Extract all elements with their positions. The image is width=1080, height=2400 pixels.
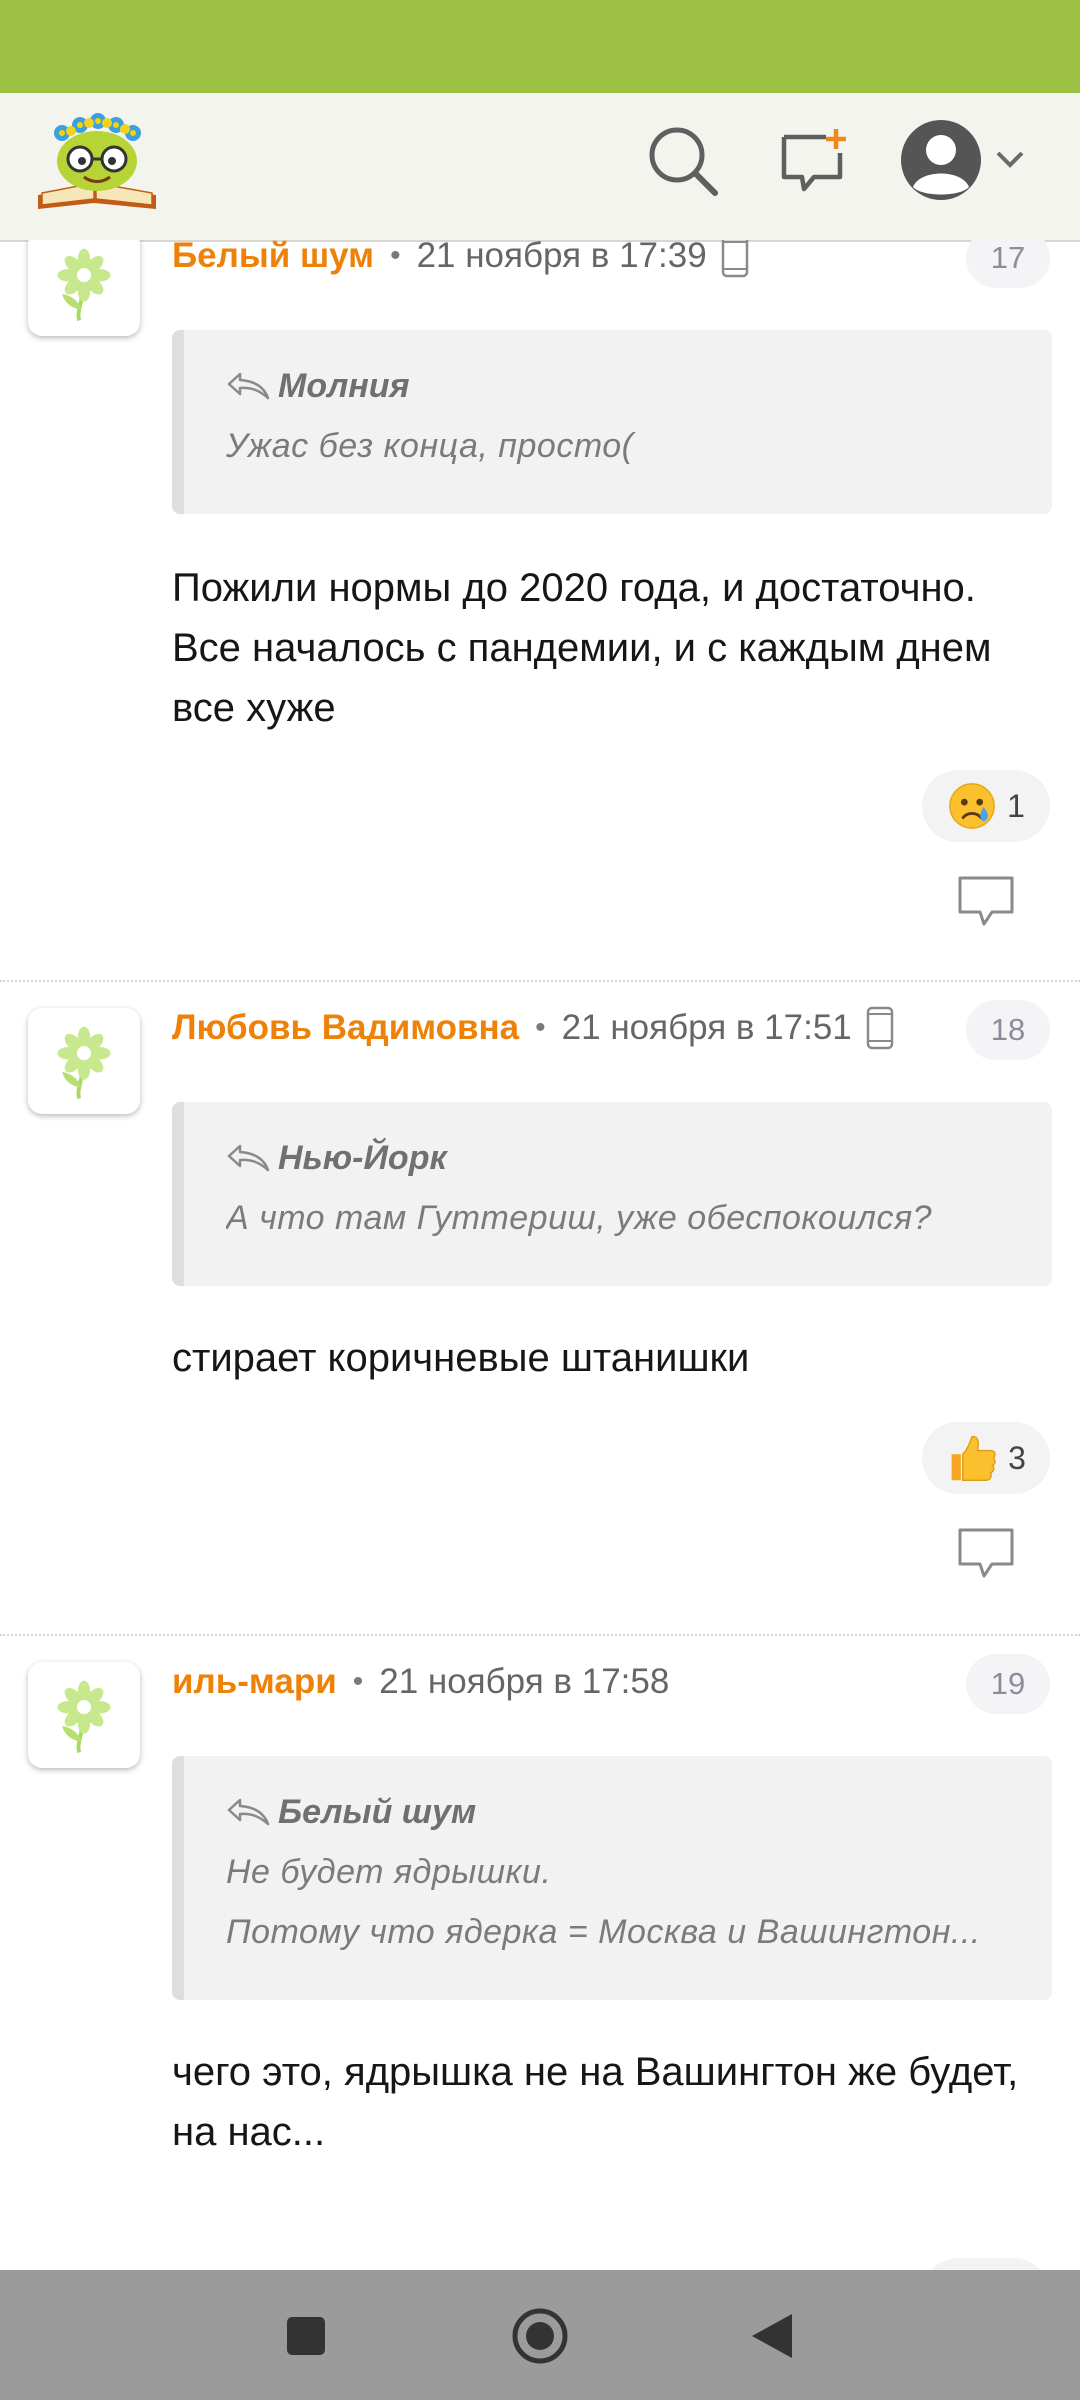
separator-dot: • bbox=[390, 240, 401, 272]
separator-dot: • bbox=[535, 1011, 546, 1044]
flower-avatar-icon bbox=[55, 1024, 113, 1101]
comment-header: Любовь Вадимовна • 21 ноября в 17:51 bbox=[172, 1000, 894, 1056]
quote-text: Не будет ядрышки. bbox=[226, 1853, 552, 1891]
quote-text: Потому что ядерка = Москва и Вашингтон..… bbox=[226, 1913, 981, 1951]
comment-author[interactable]: иль-мари bbox=[172, 1662, 337, 1702]
quote-header: Белый шум bbox=[226, 1790, 1016, 1834]
smiley-reading-book-logo[interactable] bbox=[34, 109, 160, 221]
divider bbox=[0, 1634, 1080, 1636]
comment-number[interactable]: 19 bbox=[966, 1654, 1050, 1714]
comment-number[interactable]: 17 bbox=[966, 240, 1050, 288]
separator-dot: • bbox=[352, 1665, 364, 1698]
triangle-back-icon[interactable] bbox=[750, 2312, 794, 2360]
flower-avatar-icon bbox=[55, 1678, 113, 1755]
comment-header: иль-мари • 21 ноября в 17:58 bbox=[172, 1654, 669, 1710]
reply-icon[interactable] bbox=[956, 1526, 1016, 1580]
phone-icon bbox=[721, 240, 748, 278]
user-avatar[interactable] bbox=[28, 1662, 140, 1768]
reaction-count: 1 bbox=[1007, 787, 1025, 824]
quote-author: Белый шум bbox=[278, 1792, 477, 1831]
divider bbox=[0, 980, 1080, 982]
comment-header: Белый шум • 21 ноября в 17:39 bbox=[172, 240, 749, 284]
comment-text: чего это, ядрышка не на Вашингтон же буд… bbox=[172, 2050, 1019, 2154]
new-message-icon[interactable] bbox=[778, 127, 854, 199]
quoted-comment[interactable]: Белый шум Не будет ядрышки. Потому что я… bbox=[172, 1756, 1052, 2000]
quote-text: А что там Гуттериш, уже обеспокоился? bbox=[226, 1199, 933, 1237]
reply-icon[interactable] bbox=[956, 874, 1016, 928]
reply-arrow-icon bbox=[227, 1798, 270, 1826]
comment-time: 21 ноября в 17:39 bbox=[416, 240, 707, 275]
phone-icon bbox=[866, 1006, 894, 1050]
circle-home-icon[interactable] bbox=[510, 2306, 570, 2366]
comments-feed: Белый шум • 21 ноября в 17:39 17 Молния … bbox=[0, 240, 1080, 2270]
quote-author: Нью-Йорк bbox=[278, 1138, 447, 1177]
comment-author[interactable]: Белый шум bbox=[172, 240, 374, 276]
reaction-badge[interactable]: 1 bbox=[922, 2258, 1050, 2270]
reaction-badge[interactable]: 3 bbox=[922, 1422, 1050, 1494]
flower-avatar-icon bbox=[55, 246, 113, 323]
quote-author: Молния bbox=[278, 366, 410, 405]
quoted-comment[interactable]: Нью-Йорк А что там Гуттериш, уже обеспок… bbox=[172, 1102, 1052, 1286]
comment-author[interactable]: Любовь Вадимовна bbox=[172, 1008, 519, 1048]
reaction-badge[interactable]: 1 bbox=[922, 770, 1050, 842]
quoted-comment[interactable]: Молния Ужас без конца, просто( bbox=[172, 330, 1052, 514]
app-header bbox=[0, 93, 1080, 242]
comment-time: 21 ноября в 17:58 bbox=[379, 1662, 670, 1701]
square-recents-icon[interactable] bbox=[286, 2316, 326, 2356]
user-avatar[interactable] bbox=[28, 1008, 140, 1114]
reply-arrow-icon bbox=[227, 372, 270, 400]
reply-arrow-icon bbox=[227, 1144, 270, 1172]
comment-text: стирает коричневые штанишки bbox=[172, 1336, 750, 1380]
reaction-count: 3 bbox=[1008, 1439, 1026, 1476]
comment-number[interactable]: 18 bbox=[966, 1000, 1050, 1060]
quote-text: Ужас без конца, просто( bbox=[226, 427, 634, 465]
comment-text: Пожили нормы до 2020 года, и достаточно.… bbox=[172, 566, 992, 730]
quote-header: Молния bbox=[226, 364, 1016, 408]
user-avatar-icon[interactable] bbox=[898, 117, 1038, 203]
comment-time: 21 ноября в 17:51 bbox=[561, 1008, 852, 1047]
crying-face-icon bbox=[948, 782, 996, 830]
user-avatar[interactable] bbox=[28, 240, 140, 336]
status-bar bbox=[0, 0, 1080, 93]
system-nav-bar bbox=[0, 2270, 1080, 2400]
thumbs-up-icon bbox=[950, 1435, 996, 1481]
search-icon[interactable] bbox=[645, 123, 721, 199]
quote-header: Нью-Йорк bbox=[226, 1136, 1016, 1180]
